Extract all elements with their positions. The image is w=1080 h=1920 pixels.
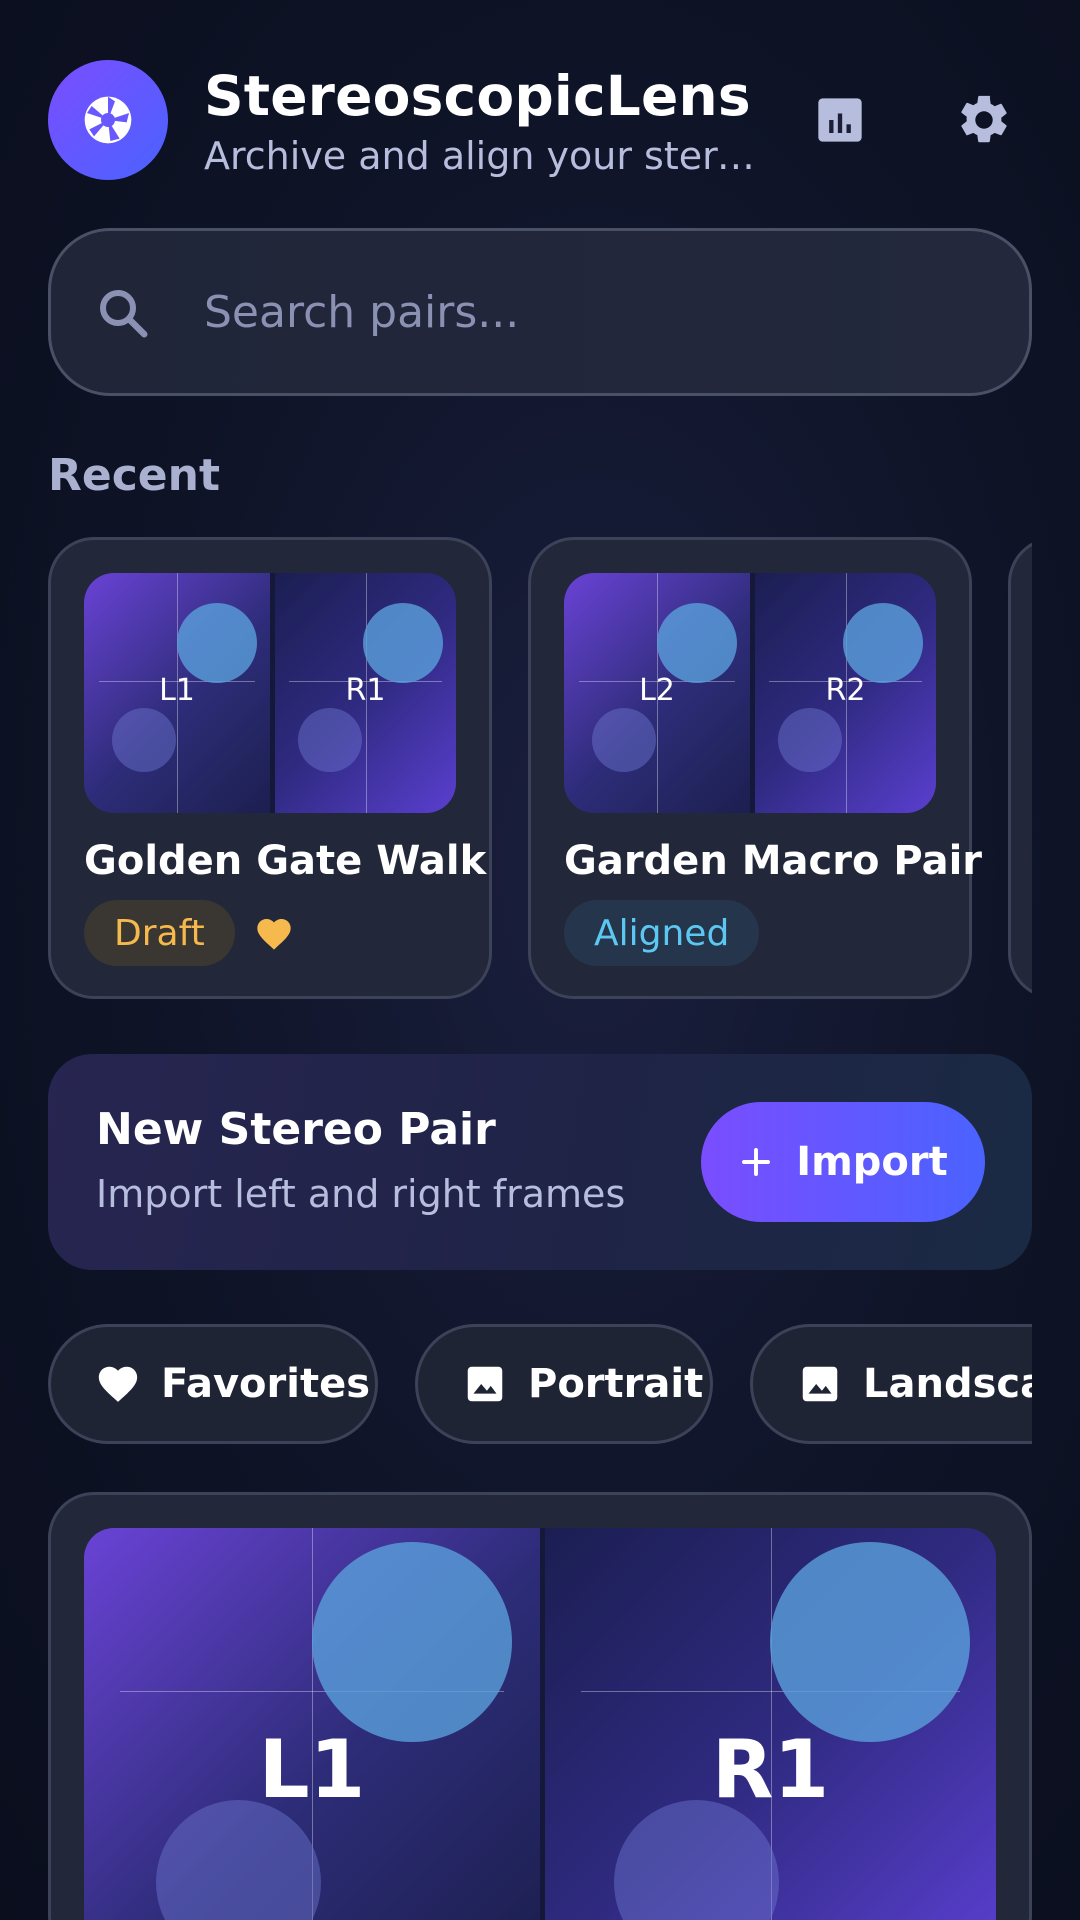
import-button-label: Import xyxy=(796,1139,948,1185)
new-pair-title: New Stereo Pair xyxy=(96,1104,496,1155)
right-frame: R1 xyxy=(270,573,456,813)
right-frame-label: R2 xyxy=(825,673,866,708)
status-badge: Draft xyxy=(84,900,235,966)
filter-chips: Favorites Portrait Landscape xyxy=(48,1324,1032,1444)
settings-button[interactable] xyxy=(954,90,1014,150)
bar-chart-icon xyxy=(818,98,862,142)
filter-chip-portrait[interactable]: Portrait xyxy=(415,1324,713,1444)
left-frame: L1 xyxy=(84,573,270,813)
app-header: StereoscopicLens Archive and align your … xyxy=(48,60,1032,180)
aperture-icon xyxy=(84,96,132,144)
recent-card[interactable]: L2 R2 Garden Macro Pair Aligned xyxy=(528,537,982,999)
left-frame: L2 xyxy=(564,573,750,813)
stats-button[interactable] xyxy=(810,90,870,150)
recent-carousel[interactable]: L1 R1 Golden Gate Walk Draft L2 R2 Garde… xyxy=(48,537,1032,999)
image-icon xyxy=(802,1366,838,1402)
filter-chip-favorites[interactable]: Favorites xyxy=(48,1324,378,1444)
new-pair-panel: New Stereo Pair Import left and right fr… xyxy=(48,1054,1032,1270)
stereo-thumbnail: L1 R1 xyxy=(84,573,456,813)
right-frame-label: R1 xyxy=(345,673,386,708)
heart-icon xyxy=(98,1366,138,1402)
app-logo xyxy=(48,60,168,180)
card-title: Garden Macro Pair xyxy=(564,838,983,884)
image-icon xyxy=(467,1366,503,1402)
stereo-thumbnail: L1 R1 xyxy=(84,1528,996,1920)
status-badge: Aligned xyxy=(564,900,760,966)
recent-section-title: Recent xyxy=(48,450,221,501)
plus-icon xyxy=(742,1148,771,1176)
gear-icon xyxy=(961,95,1007,143)
search-icon xyxy=(100,290,148,338)
right-frame: R1 xyxy=(540,1528,996,1920)
search-bar[interactable] xyxy=(48,228,1032,396)
featured-pair-card[interactable]: L1 R1 xyxy=(48,1492,1032,1920)
right-frame: R2 xyxy=(750,573,936,813)
filter-chip-landscape[interactable]: Landscape xyxy=(750,1324,1032,1444)
filter-chip-label: Portrait xyxy=(528,1361,704,1407)
left-frame: L1 xyxy=(84,1528,540,1920)
import-button[interactable]: Import xyxy=(701,1102,985,1222)
favorite-heart-icon[interactable] xyxy=(254,914,294,954)
new-pair-subtitle: Import left and right frames xyxy=(96,1172,626,1216)
stereo-thumbnail: L2 R2 xyxy=(564,573,936,813)
left-frame-label: L1 xyxy=(159,673,195,708)
filter-chip-label: Landscape xyxy=(863,1361,1032,1407)
app-title: StereoscopicLens xyxy=(204,64,751,128)
recent-card-partial[interactable] xyxy=(1008,537,1032,999)
card-title: Golden Gate Walk xyxy=(84,838,487,884)
right-frame-label: R1 xyxy=(711,1723,830,1816)
left-frame-label: L1 xyxy=(258,1723,366,1816)
filter-chip-label: Favorites xyxy=(161,1361,371,1407)
left-frame-label: L2 xyxy=(639,673,675,708)
app-subtitle: Archive and align your stereo pairs xyxy=(204,134,774,178)
search-input[interactable] xyxy=(204,279,984,345)
recent-card[interactable]: L1 R1 Golden Gate Walk Draft xyxy=(48,537,492,999)
